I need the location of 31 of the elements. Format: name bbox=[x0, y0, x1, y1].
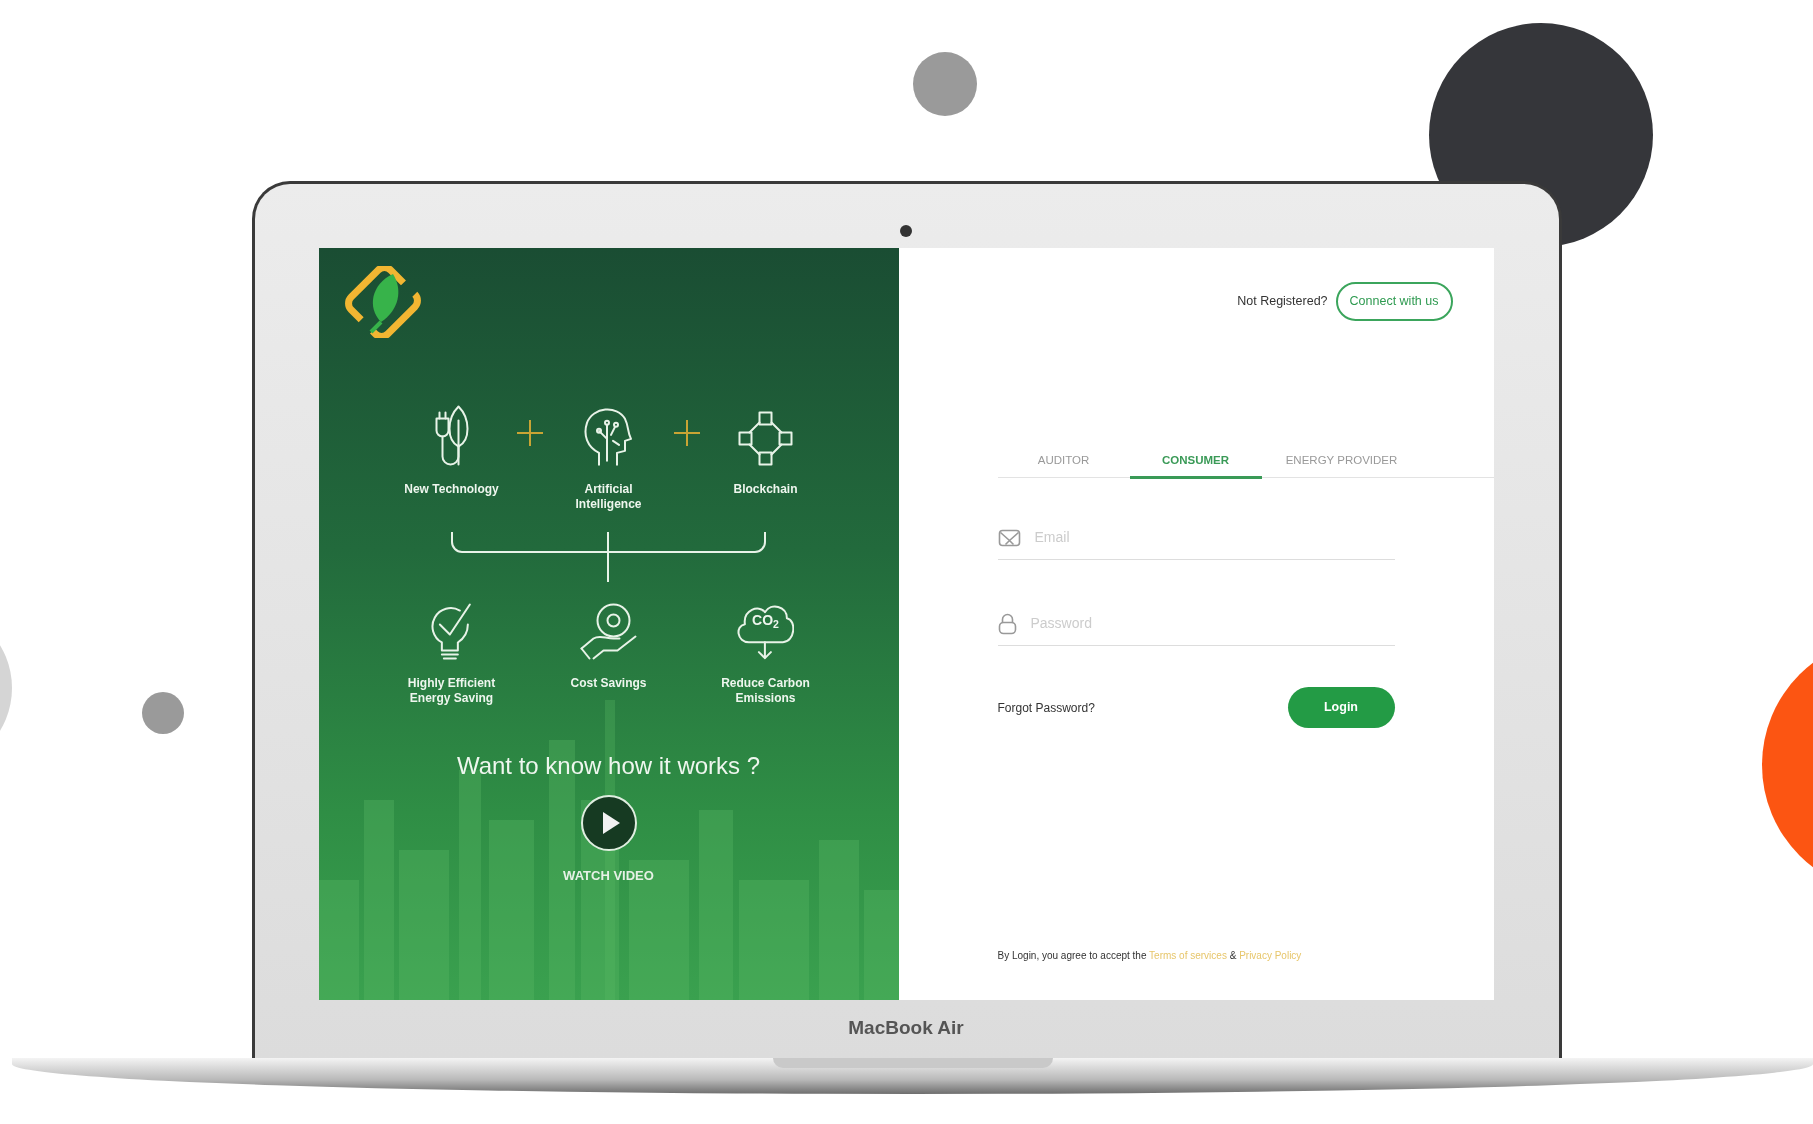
terms-text: By Login, you agree to accept the Terms of services & Privacy Policy bbox=[997, 949, 1303, 963]
lock-icon bbox=[997, 612, 1017, 635]
feature-label: Highly Efficient Energy Saving bbox=[406, 676, 497, 706]
lightbulb-check-icon bbox=[431, 603, 472, 660]
camera-dot bbox=[900, 225, 912, 237]
envelope-icon bbox=[997, 528, 1021, 547]
plug-leaf-icon bbox=[434, 405, 469, 466]
feature-label: Cost Savings bbox=[570, 676, 647, 691]
device-label: MacBook Air bbox=[847, 1016, 965, 1040]
feature-label: New Technology bbox=[404, 482, 499, 497]
feature-label: Blockchain bbox=[733, 482, 798, 497]
connect-button[interactable]: Connect with us bbox=[1335, 282, 1453, 321]
terms-link[interactable]: Terms of services bbox=[1149, 950, 1227, 961]
co2-label: CO$_{2}$ bbox=[751, 611, 780, 631]
play-button[interactable] bbox=[579, 794, 638, 852]
not-registered-text: Not Registered? bbox=[1237, 293, 1328, 311]
hand-coin-icon bbox=[580, 603, 637, 660]
decorative-circle bbox=[142, 692, 184, 734]
feature-label: Artificial Intelligence bbox=[574, 482, 643, 512]
role-tab[interactable]: CONSUMER bbox=[1129, 452, 1262, 480]
forgot-password-link[interactable]: Forgot Password? bbox=[997, 698, 1095, 717]
watch-video-link[interactable]: WATCH VIDEO bbox=[563, 866, 654, 886]
cloud-arrow-icon bbox=[736, 605, 795, 660]
login-button[interactable]: Login bbox=[1287, 687, 1395, 729]
feature-label: Reduce Carbon Emissions bbox=[720, 675, 811, 706]
privacy-link[interactable]: Privacy Policy bbox=[1239, 950, 1302, 961]
head-circuit-icon bbox=[584, 407, 633, 466]
cube-network-icon bbox=[738, 411, 793, 466]
video-prompt: Want to know how it works ? bbox=[456, 751, 761, 781]
role-tab[interactable]: AUDITOR bbox=[997, 452, 1130, 480]
role-tab[interactable]: ENERGY PROVIDER bbox=[1261, 452, 1422, 480]
